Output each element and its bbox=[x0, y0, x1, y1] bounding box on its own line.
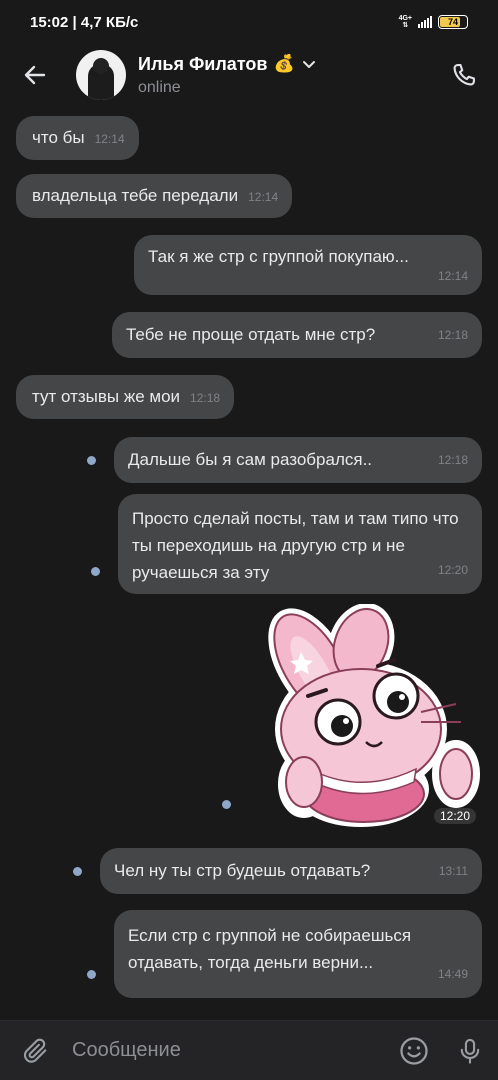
message-time: 12:14 bbox=[94, 132, 125, 146]
message-time: 12:20 bbox=[433, 808, 476, 824]
message-time: 12:14 bbox=[248, 190, 279, 204]
unread-dot bbox=[91, 567, 100, 576]
status-time: 15:02 | 4,7 КБ/с bbox=[30, 13, 139, 31]
arrow-left-icon bbox=[24, 65, 46, 85]
emoji-button[interactable] bbox=[386, 1021, 442, 1080]
message-time: 12:20 bbox=[437, 563, 468, 577]
message-composer bbox=[0, 1020, 498, 1080]
bunny-sticker[interactable] bbox=[256, 604, 482, 830]
voice-button[interactable] bbox=[442, 1021, 498, 1080]
chat-title-block[interactable]: Илья Филатов 💰 online bbox=[138, 54, 434, 97]
unread-dot bbox=[73, 867, 82, 876]
message-bubble[interactable]: Просто сделай посты, там и там типо что … bbox=[118, 494, 482, 594]
call-button[interactable] bbox=[434, 44, 494, 106]
status-bar: 15:02 | 4,7 КБ/с 4G+ ⇅ 74 bbox=[0, 0, 498, 44]
message-bubble[interactable]: Дальше бы я сам разобрался.. 12:18 bbox=[114, 437, 482, 483]
signal-icon bbox=[418, 16, 432, 28]
message-bubble[interactable]: Если стр с группой не собираешься отдава… bbox=[114, 910, 482, 998]
chat-header: Илья Филатов 💰 online bbox=[0, 44, 498, 106]
microphone-icon bbox=[460, 1038, 480, 1064]
money-bag-icon: 💰 bbox=[273, 54, 295, 73]
phone-icon bbox=[453, 64, 475, 86]
back-button[interactable] bbox=[0, 44, 70, 106]
message-time: 12:14 bbox=[437, 269, 468, 283]
message-time: 12:18 bbox=[437, 453, 468, 467]
message-bubble[interactable]: что бы 12:14 bbox=[16, 116, 139, 160]
unread-dot bbox=[222, 800, 231, 809]
message-bubble[interactable]: Чел ну ты стр будешь отдавать? 13:11 bbox=[100, 848, 482, 894]
attach-button[interactable] bbox=[0, 1021, 72, 1080]
message-bubble[interactable]: владельца тебе передали 12:14 bbox=[16, 174, 293, 218]
message-time: 14:49 bbox=[437, 967, 468, 981]
message-time: 13:11 bbox=[438, 864, 468, 878]
message-input[interactable] bbox=[72, 1039, 386, 1062]
paperclip-icon bbox=[23, 1038, 47, 1063]
online-status: online bbox=[138, 78, 181, 96]
chat-title: Илья Филатов bbox=[138, 53, 268, 74]
message-bubble[interactable]: тут отзывы же мои 12:18 bbox=[16, 375, 235, 419]
smile-icon bbox=[400, 1036, 428, 1065]
chevron-down-icon[interactable] bbox=[301, 56, 317, 72]
network-indicator: 4G+ ⇅ bbox=[398, 15, 412, 29]
unread-dot bbox=[87, 456, 96, 465]
avatar[interactable] bbox=[76, 50, 126, 100]
message-time: 12:18 bbox=[437, 328, 468, 342]
message-time: 12:18 bbox=[190, 391, 221, 405]
battery-icon: 74 bbox=[438, 15, 468, 29]
unread-dot bbox=[87, 970, 96, 979]
message-bubble[interactable]: Так я же стр с группой покупаю... 12:14 bbox=[134, 235, 482, 295]
message-bubble[interactable]: Тебе не проще отдать мне стр? 12:18 bbox=[112, 312, 482, 358]
